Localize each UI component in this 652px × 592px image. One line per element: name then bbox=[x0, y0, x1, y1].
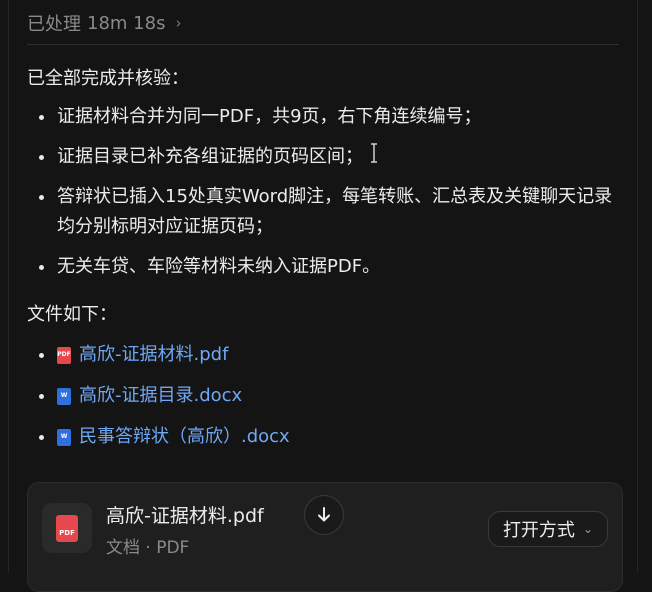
attachment-file-icon: PDF bbox=[42, 503, 92, 553]
list-item: 答辩状已插入15处真实Word脚注，每笔转账、汇总表及关键聊天记录均分别标明对应… bbox=[27, 182, 627, 242]
text-cursor-icon bbox=[371, 143, 377, 163]
status-label: 已处理 bbox=[27, 14, 81, 35]
pdf-file-icon: PDF bbox=[56, 514, 78, 542]
file-link-list: PDF 高欣-证据材料.pdf W 高欣-证据目录.docx W 民事答辩状（高… bbox=[27, 340, 627, 452]
chat-panel: 已处理 18m 18s › 已全部完成并核验： 证据材料合并为同一PDF，共9页… bbox=[8, 0, 638, 592]
pdf-file-icon: PDF bbox=[57, 346, 71, 364]
files-title: 文件如下： bbox=[27, 304, 117, 325]
file-link-evidence-pdf[interactable]: 高欣-证据材料.pdf bbox=[79, 340, 228, 370]
summary-bullet-list: 证据材料合并为同一PDF，共9页，右下角连续编号； 证据目录已补充各组证据的页码… bbox=[27, 102, 627, 282]
word-file-icon: W bbox=[57, 387, 71, 405]
chevron-right-icon[interactable]: › bbox=[175, 14, 181, 32]
list-item: 证据目录已补充各组证据的页码区间； bbox=[27, 142, 627, 172]
message-content: 已全部完成并核验： 证据材料合并为同一PDF，共9页，右下角连续编号； 证据目录… bbox=[27, 64, 627, 463]
list-item: 证据材料合并为同一PDF，共9页，右下角连续编号； bbox=[27, 102, 627, 132]
processed-status-header[interactable]: 已处理 18m 18s › bbox=[27, 8, 181, 38]
attachment-file-meta: 文档 · PDF bbox=[106, 538, 190, 558]
file-link-evidence-index-docx[interactable]: 高欣-证据目录.docx bbox=[79, 381, 242, 411]
summary-intro: 已全部完成并核验： bbox=[27, 68, 189, 89]
download-arrow-icon bbox=[318, 507, 330, 522]
list-item: 无关车贷、车险等材料未纳入证据PDF。 bbox=[27, 252, 627, 282]
download-button[interactable] bbox=[304, 495, 344, 535]
open-with-button[interactable]: 打开方式 ⌄ bbox=[487, 511, 608, 547]
attachment-file-name: 高欣-证据材料.pdf bbox=[106, 505, 264, 527]
duration-text: 18m 18s bbox=[87, 12, 166, 34]
word-file-icon: W bbox=[57, 428, 71, 446]
file-link-item: W 民事答辩状（高欣）.docx bbox=[27, 422, 627, 452]
file-link-item: PDF 高欣-证据材料.pdf bbox=[27, 340, 627, 370]
attachment-card[interactable]: PDF 高欣-证据材料.pdf 文档 · PDF 打开方式 ⌄ bbox=[27, 482, 623, 592]
file-link-defense-docx[interactable]: 民事答辩状（高欣）.docx bbox=[79, 422, 290, 452]
chevron-down-icon: ⌄ bbox=[582, 522, 593, 536]
open-with-label: 打开方式 bbox=[502, 520, 575, 541]
header-divider bbox=[27, 44, 619, 45]
file-link-item: W 高欣-证据目录.docx bbox=[27, 381, 627, 411]
